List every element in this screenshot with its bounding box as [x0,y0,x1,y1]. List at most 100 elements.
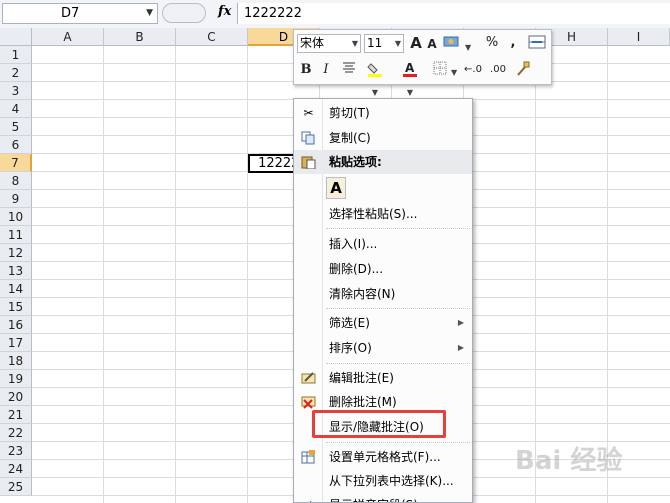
menu-item-copy[interactable]: 复制(C) [294,126,472,150]
accounting-format-icon [443,36,459,47]
bold-button[interactable]: B [298,61,314,79]
formula-bar-splitter[interactable] [162,3,206,23]
format-painter-icon [517,61,530,76]
menu-item-sort[interactable]: 排序(O) ▶ [294,336,472,360]
menu-item-format-cells[interactable]: 设置单元格格式(F)... [294,445,472,469]
context-menu: ✂ 剪切(T) 复制(C) 粘贴选项: A 选择性粘贴(S)... 插入(I).… [293,98,473,503]
select-all-corner[interactable] [0,28,32,46]
menu-item-pick-from-list[interactable]: 从下拉列表中选择(K)... [294,469,472,493]
column-header-b[interactable]: B [104,28,176,46]
name-box[interactable]: D7 ▼ [2,3,158,24]
italic-button[interactable]: I [318,61,334,79]
fill-color-button[interactable]: ▼ [362,61,388,97]
chevron-down-icon[interactable]: ▼ [352,35,358,52]
row-header[interactable]: 3 [0,82,32,100]
row-header[interactable]: 9 [0,190,32,208]
row-header[interactable]: 1 [0,46,32,64]
formula-input[interactable]: 1222222 [237,3,670,24]
svg-text:A: A [405,61,415,75]
copy-icon [301,131,316,145]
comma-style-button[interactable]: , [507,34,519,52]
merge-center-button[interactable] [528,34,546,52]
merge-center-icon [528,35,546,49]
menu-item-label: 设置单元格格式(F)... [329,450,441,464]
font-color-button[interactable]: A ▼ [397,61,423,97]
paste-keep-format-button[interactable]: A [326,177,346,199]
font-name-select[interactable]: 宋体 ▼ [297,34,361,53]
column-header-c[interactable]: C [176,28,248,46]
shrink-font-button[interactable]: A [425,35,439,53]
increase-decimal-button[interactable]: ←.0 [462,61,484,79]
insert-function-icon[interactable]: fx [218,4,231,19]
row-header[interactable]: 14 [0,280,32,298]
chevron-down-icon[interactable]: ▼ [407,88,413,97]
fill-color-icon [367,63,382,77]
menu-item-delete[interactable]: 删除(D)... [294,257,472,281]
font-size-select[interactable]: 11 ▼ [364,34,404,53]
menu-item-clear-contents[interactable]: 清除内容(N) [294,282,472,306]
row-header[interactable]: 11 [0,226,32,244]
menu-item-cut[interactable]: ✂ 剪切(T) [294,101,472,125]
row-header[interactable]: 24 [0,460,32,478]
percent-style-button[interactable]: % [484,34,500,52]
row-header[interactable]: 2 [0,64,32,82]
menu-item-label: 从下拉列表中选择(K)... [329,474,454,488]
row-header[interactable]: 5 [0,118,32,136]
row-header[interactable]: 23 [0,442,32,460]
menu-separator [326,442,470,443]
row-header[interactable]: 4 [0,100,32,118]
mini-toolbar: 宋体 ▼ 11 ▼ A A ▼ % , B I ▼ A ▼ ▼ ←.0 .00 [293,29,552,97]
align-center-button[interactable] [340,61,358,79]
align-center-icon [343,62,355,73]
row-header[interactable]: 13 [0,262,32,280]
row-header[interactable]: 20 [0,388,32,406]
chevron-down-icon[interactable]: ▼ [372,88,378,97]
format-painter-button[interactable] [514,61,532,79]
menu-item-label: 删除(D)... [329,262,384,276]
menu-item-label: 清除内容(N) [329,287,396,301]
borders-button[interactable]: ▼ [432,61,458,79]
menu-item-label: 选择性粘贴(S)... [329,207,418,221]
accounting-format-button[interactable]: ▼ [442,34,472,52]
edit-comment-icon [301,371,316,385]
row-header[interactable]: 10 [0,208,32,226]
decrease-decimal-button[interactable]: .00 [486,61,510,79]
row-header[interactable]: 15 [0,298,32,316]
font-color-icon: A [403,61,417,77]
format-cells-icon [301,450,316,464]
menu-item-paste-special[interactable]: 选择性粘贴(S)... [294,202,472,226]
row-header[interactable]: 19 [0,370,32,388]
paste-icon [301,155,316,170]
row-header[interactable]: 8 [0,172,32,190]
borders-icon [433,61,447,75]
menu-item-insert[interactable]: 插入(I)... [294,232,472,256]
menu-item-label: 粘贴选项: [329,155,382,169]
grow-font-button[interactable]: A [408,34,424,52]
chevron-down-icon[interactable]: ▼ [465,43,471,52]
row-header[interactable]: 18 [0,352,32,370]
menu-item-label: 剪切(T) [329,106,370,120]
row-header[interactable]: 22 [0,424,32,442]
chevron-right-icon: ▶ [457,318,464,327]
column-header-a[interactable]: A [32,28,104,46]
chevron-down-icon[interactable]: ▼ [451,68,457,77]
formula-bar: D7 ▼ fx 1222222 [0,0,670,29]
font-name-value: 宋体 [300,36,325,50]
row-header[interactable]: 21 [0,406,32,424]
menu-separator [326,363,470,364]
menu-item-filter[interactable]: 筛选(E) ▶ [294,311,472,335]
paste-options-header: 粘贴选项: [294,150,472,174]
row-header[interactable]: 17 [0,334,32,352]
row-header[interactable]: 12 [0,244,32,262]
menu-separator [326,228,470,229]
menu-item-label: 编辑批注(E) [329,371,394,385]
row-header[interactable]: 25 [0,478,32,496]
menu-item-edit-comment[interactable]: 编辑批注(E) [294,366,472,390]
row-header[interactable]: 6 [0,136,32,154]
menu-item-show-phonetic[interactable]: wén 显示拼音字段(S) [294,493,472,502]
row-header[interactable]: 16 [0,316,32,334]
chevron-down-icon[interactable]: ▼ [146,8,153,18]
chevron-down-icon[interactable]: ▼ [395,35,401,52]
column-header-i[interactable]: I [608,28,670,46]
row-header[interactable]: 7 [0,154,32,172]
